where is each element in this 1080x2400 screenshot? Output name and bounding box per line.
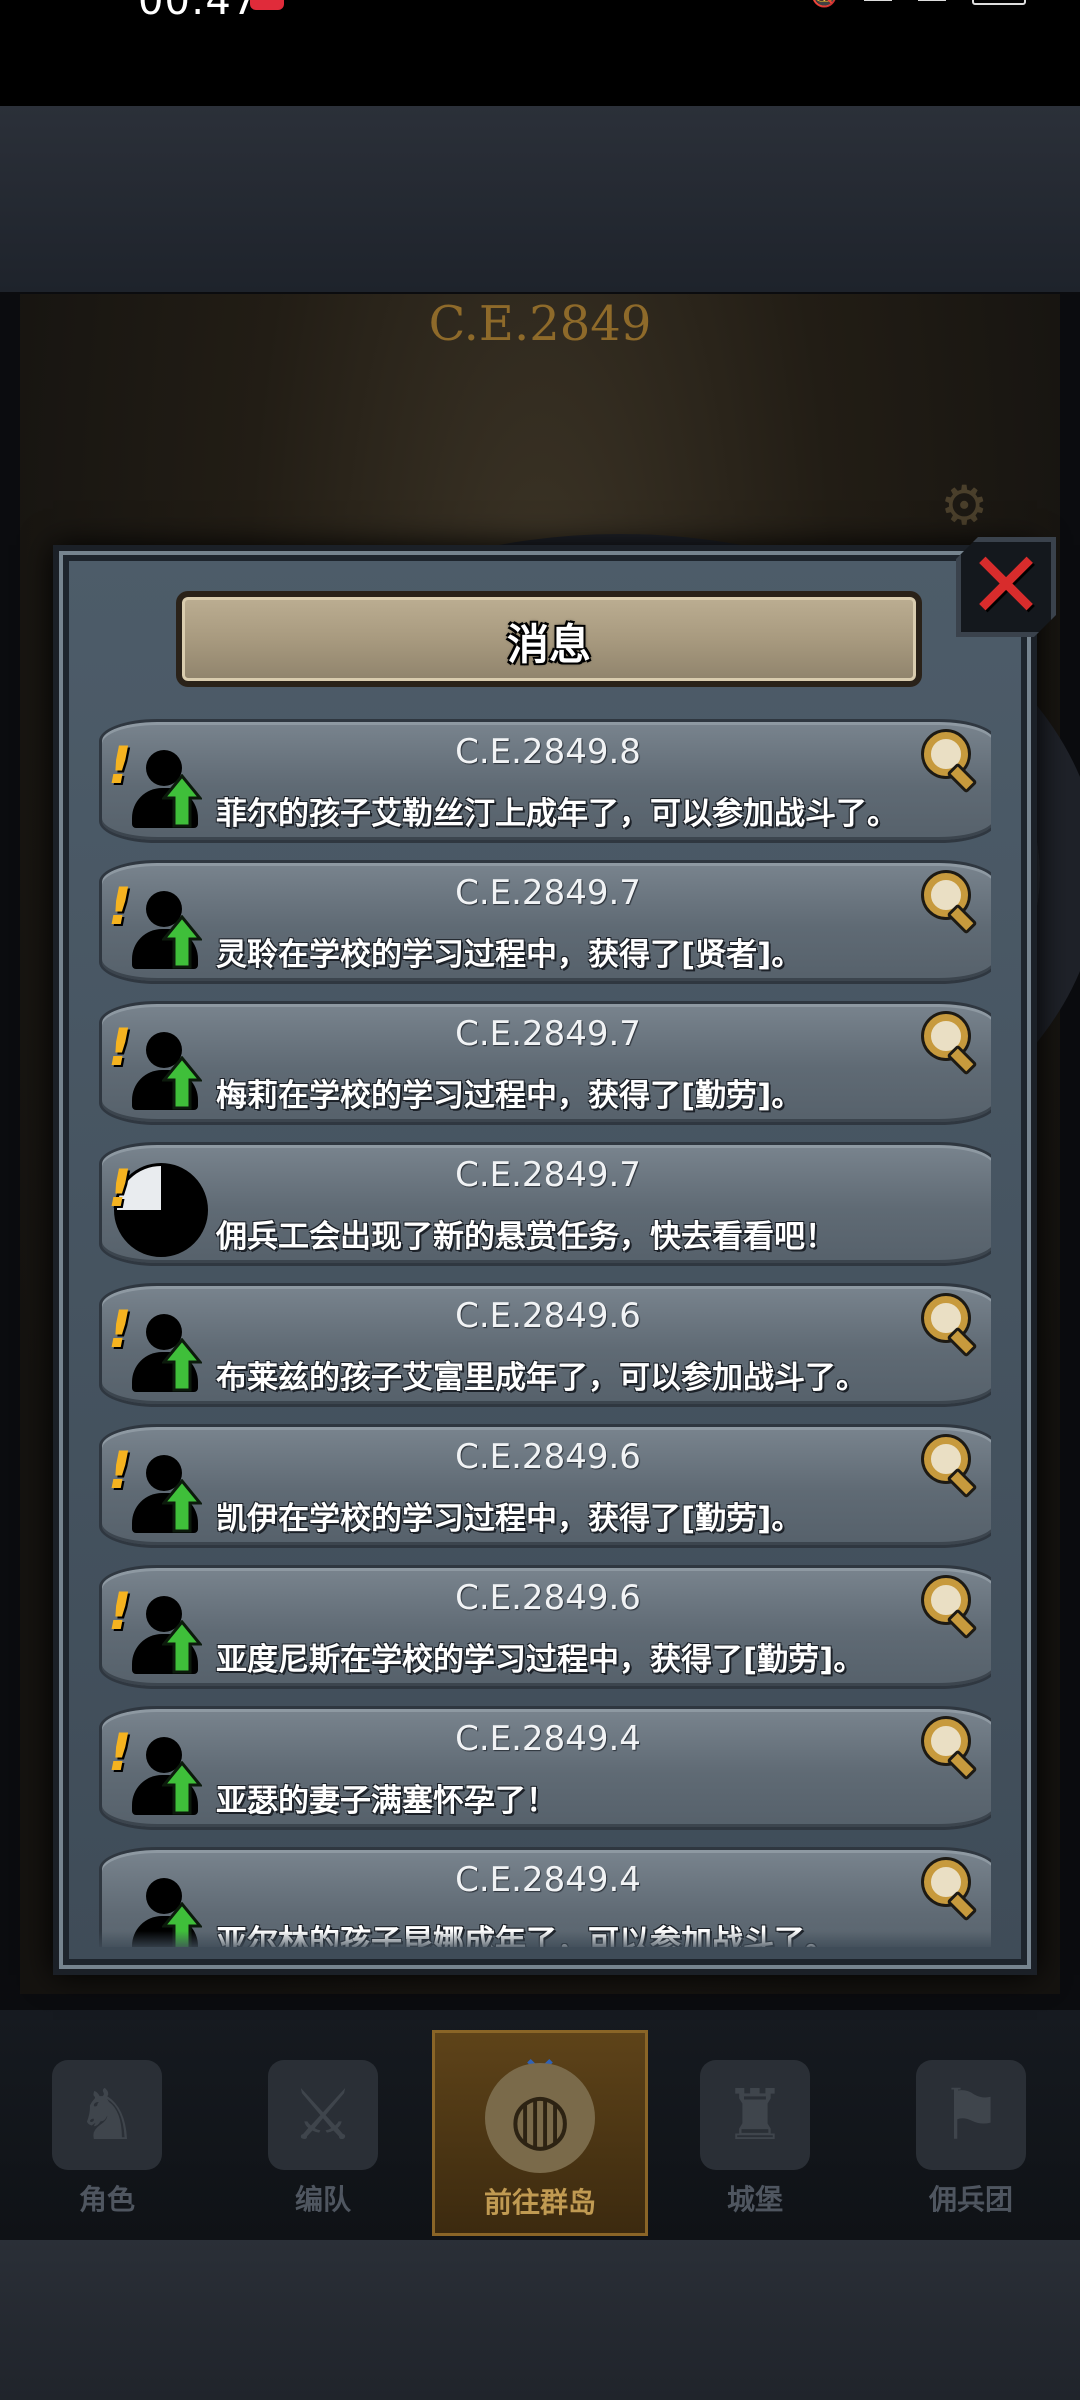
messages-modal: 消息 ✕ ! C.E.2849.8 菲尔的孩子艾勒丝汀上成年了，可以参加战斗了。! C… [53, 537, 1056, 1975]
message-date: C.E.2849.4 [455, 1719, 641, 1759]
search-button[interactable] [918, 869, 978, 935]
message-text: 梅莉在学校的学习过程中，获得了[勤劳]。 [216, 1078, 803, 1114]
close-icon: ✕ [967, 532, 1045, 639]
message-text: 灵聆在学校的学习过程中，获得了[贤者]。 [216, 937, 803, 973]
battery-icon [972, 0, 1026, 5]
formation-icon: ⚔ [268, 2060, 378, 2170]
message-list[interactable]: ! C.E.2849.8 菲尔的孩子艾勒丝汀上成年了，可以参加战斗了。! C.E.28… [99, 719, 991, 1947]
modal-title-plate: 消息 [176, 591, 922, 687]
search-button[interactable] [918, 1715, 978, 1781]
nav-item-character[interactable]: ♞ 角色 [2, 2030, 212, 2230]
up-arrow-icon [162, 915, 202, 969]
signal-icon [864, 0, 892, 1]
search-button[interactable] [918, 1574, 978, 1640]
mute-icon: 🔕 [811, 0, 838, 9]
message-text: 亚瑟的妻子满塞怀孕了！ [216, 1783, 557, 1819]
modal-title: 消息 [506, 620, 591, 669]
message-text: 佣兵工会出现了新的悬赏任务，快去看看吧！ [216, 1219, 836, 1255]
nav-label: 编队 [294, 2183, 351, 2216]
message-row[interactable]: ! C.E.2849.6 布莱兹的孩子艾富里成年了，可以参加战斗了。 [99, 1283, 991, 1407]
scene-gear-icon: ⚙ [940, 474, 989, 537]
list-fade [99, 1931, 991, 1951]
message-row[interactable]: ! C.E.2849.7 梅莉在学校的学习过程中，获得了[勤劳]。 [99, 1001, 991, 1125]
notification-badge [250, 0, 284, 10]
up-arrow-icon [162, 1056, 202, 1110]
message-date: C.E.2849.7 [455, 1155, 641, 1195]
message-text: 菲尔的孩子艾勒丝汀上成年了，可以参加战斗了。 [216, 796, 898, 832]
nav-item-islands[interactable]: ⌄ ◍ 前往群岛 [432, 2019, 648, 2236]
nav-item-formation[interactable]: ⚔ 编队 [218, 2030, 428, 2230]
nav-label: 角色 [78, 2183, 135, 2216]
signal-icon-2 [918, 0, 946, 1]
message-date: C.E.2849.6 [455, 1578, 641, 1618]
up-arrow-icon [162, 1479, 202, 1533]
nav-label: 城堡 [726, 2183, 783, 2216]
up-arrow-icon [162, 1620, 202, 1674]
search-button[interactable] [918, 1010, 978, 1076]
search-button[interactable] [918, 728, 978, 794]
message-row[interactable]: ! C.E.2849.6 亚度尼斯在学校的学习过程中，获得了[勤劳]。 [99, 1565, 991, 1689]
castle-icon: ♜ [700, 2060, 810, 2170]
search-button[interactable] [918, 1433, 978, 1499]
message-date: C.E.2849.8 [455, 732, 641, 772]
character-icon: ♞ [52, 2060, 162, 2170]
message-date: C.E.2849.7 [455, 873, 641, 913]
message-row[interactable]: ! C.E.2849.8 菲尔的孩子艾勒丝汀上成年了，可以参加战斗了。 [99, 719, 991, 843]
up-arrow-icon [162, 1761, 202, 1815]
message-text: 亚度尼斯在学校的学习过程中，获得了[勤劳]。 [216, 1642, 865, 1678]
mercenary-icon: ⚑ [916, 2060, 1026, 2170]
message-text: 布莱兹的孩子艾富里成年了，可以参加战斗了。 [216, 1360, 867, 1396]
message-date: C.E.2849.4 [455, 1860, 641, 1900]
nav-label: 前往群岛 [483, 2186, 596, 2219]
message-row[interactable]: ! C.E.2849.7 佣兵工会出现了新的悬赏任务，快去看看吧！ [99, 1142, 991, 1266]
message-date: C.E.2849.6 [455, 1437, 641, 1477]
message-row[interactable]: ! C.E.2849.6 凯伊在学校的学习过程中，获得了[勤劳]。 [99, 1424, 991, 1548]
nav-item-mercenary[interactable]: ⚑ 佣兵团 [866, 2030, 1076, 2230]
status-bar: 00:47 🔕 [0, 0, 1080, 106]
close-button[interactable]: ✕ [956, 537, 1056, 637]
search-button[interactable] [918, 1856, 978, 1922]
up-arrow-icon [162, 1338, 202, 1392]
status-icons: 🔕 [811, 0, 1026, 9]
search-button[interactable] [918, 1292, 978, 1358]
message-text: 凯伊在学校的学习过程中，获得了[勤劳]。 [216, 1501, 803, 1537]
nav-label: 佣兵团 [928, 2183, 1013, 2216]
top-strip [0, 106, 1080, 292]
era-label: C.E.2849 [428, 296, 652, 352]
bottom-nav: ♞ 角色 ⚔ 编队 ⌄ ◍ 前往群岛 ♜ 城堡 ⚑ 佣兵团 [0, 2010, 1080, 2240]
status-time: 00:47 [138, 0, 259, 24]
bottom-strip [0, 2240, 1080, 2400]
message-row[interactable]: ! C.E.2849.7 灵聆在学校的学习过程中，获得了[贤者]。 [99, 860, 991, 984]
message-date: C.E.2849.6 [455, 1296, 641, 1336]
up-arrow-icon [162, 774, 202, 828]
message-date: C.E.2849.7 [455, 1014, 641, 1054]
message-row[interactable]: ! C.E.2849.4 亚瑟的妻子满塞怀孕了！ [99, 1706, 991, 1830]
nav-item-castle[interactable]: ♜ 城堡 [650, 2030, 860, 2230]
globe-icon: ◍ [485, 2063, 595, 2173]
